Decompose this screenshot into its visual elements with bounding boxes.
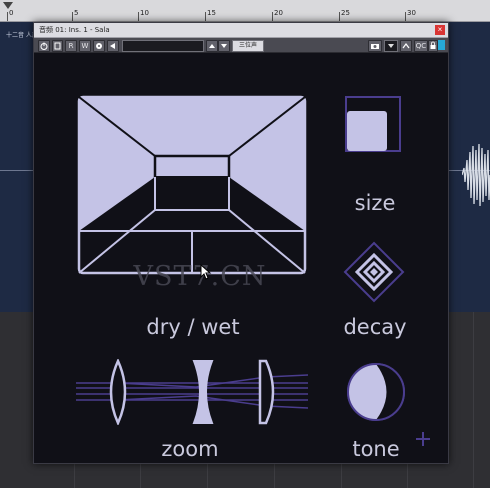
- ruler-tick: [272, 12, 273, 21]
- ruler-tick: [138, 12, 139, 21]
- decay-label: decay: [343, 315, 407, 339]
- lock-button[interactable]: [428, 40, 438, 52]
- preset-name-field[interactable]: [122, 40, 204, 52]
- close-button[interactable]: ×: [435, 25, 445, 35]
- ruler-mark: 25: [341, 9, 350, 17]
- ruler-tick: [339, 12, 340, 21]
- timeline-ruler[interactable]: 0 5 10 15 20 25 30: [0, 0, 490, 22]
- settings-icon: [402, 43, 410, 49]
- preset-down-button[interactable]: [218, 40, 230, 52]
- arrow-icon: [110, 43, 115, 49]
- window-color-swatch[interactable]: [438, 40, 445, 50]
- preset-menu-button[interactable]: [93, 40, 105, 52]
- io-config-button[interactable]: [400, 40, 412, 52]
- tone-label: tone: [352, 437, 400, 461]
- settings-dropdown[interactable]: [384, 40, 398, 52]
- ruler-tick: [72, 12, 73, 21]
- reverb-ui: dry / wet size decay zoom tone VST7.CN: [34, 53, 448, 463]
- program-select[interactable]: 三位声: [232, 40, 264, 52]
- zoom-control[interactable]: [76, 359, 308, 425]
- ruler-tick: [205, 12, 206, 21]
- ruler-mark: 30: [407, 9, 416, 17]
- ruler-mark: 0: [9, 9, 14, 17]
- size-label: size: [354, 191, 396, 215]
- preset-icon: [96, 43, 102, 49]
- ruler-tick: [405, 12, 406, 21]
- lock-icon: [430, 41, 436, 49]
- chevron-down-icon: [388, 44, 394, 48]
- preset-up-button[interactable]: [206, 40, 218, 52]
- snapshot-button[interactable]: [368, 40, 382, 52]
- power-icon: [40, 42, 48, 50]
- mouse-cursor-icon: [200, 264, 212, 280]
- tone-control[interactable]: [345, 361, 407, 423]
- camera-icon: [371, 44, 379, 49]
- window-title: 音频 01: Ins. 1 - Sala: [39, 26, 110, 34]
- zoom-label: zoom: [161, 437, 219, 461]
- ruler-mark: 15: [207, 9, 216, 17]
- write-automation-button[interactable]: W: [79, 40, 91, 52]
- chevron-up-icon: [209, 44, 215, 48]
- decay-control[interactable]: [343, 241, 405, 303]
- dry-wet-room-control[interactable]: [77, 95, 307, 275]
- ruler-tick: [7, 12, 8, 21]
- quick-controls-button[interactable]: QC: [414, 40, 428, 52]
- audio-waveform: [462, 143, 490, 207]
- size-control[interactable]: [343, 95, 403, 155]
- chevron-down-icon: [221, 44, 227, 48]
- read-automation-button[interactable]: R: [65, 40, 77, 52]
- plugin-toolbar: R W 三位声 QC: [34, 38, 448, 53]
- ruler-mark: 20: [274, 9, 283, 17]
- bypass-button[interactable]: [52, 40, 63, 52]
- ruler-mark: 10: [140, 9, 149, 17]
- plugin-window: 音频 01: Ins. 1 - Sala × R W 三位声 QC dry / …: [33, 22, 449, 464]
- playhead-marker[interactable]: [3, 2, 13, 9]
- bypass-icon: [54, 42, 61, 50]
- plugin-title-bar[interactable]: 音频 01: Ins. 1 - Sala ×: [34, 23, 448, 38]
- plus-icon[interactable]: [415, 431, 431, 447]
- power-button[interactable]: [38, 40, 50, 52]
- dry-wet-label: dry / wet: [146, 315, 240, 339]
- compare-button[interactable]: [107, 40, 119, 52]
- ruler-mark: 5: [74, 9, 79, 17]
